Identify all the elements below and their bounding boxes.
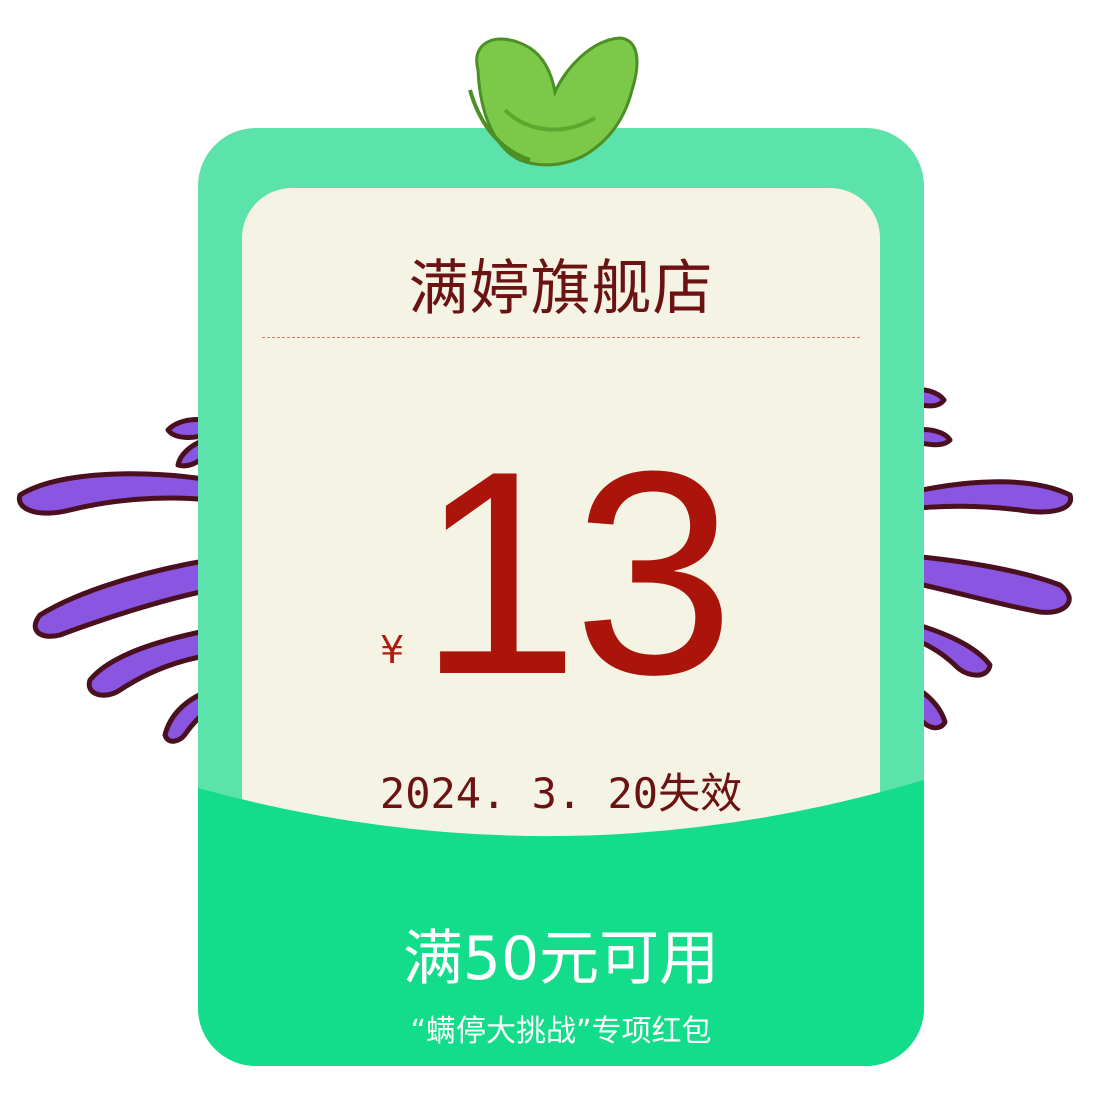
usage-threshold: 满50元可用 (402, 924, 720, 994)
shop-name: 满婷旗舰店 (408, 254, 714, 324)
expiry-date: 2024. 3. 20失效 (379, 769, 743, 818)
coupon-subtitle: “螨停大挑战”专项红包 (410, 1014, 712, 1049)
coupon-card: 满婷旗舰店 ¥ 13 2024. 3. 20失效 满50元可用 “螨停大挑战”专… (198, 128, 924, 1066)
purple-splash-left (16, 417, 213, 744)
dashed-divider (262, 337, 860, 338)
currency-symbol: ¥ (380, 628, 405, 672)
coupon-amount: 13 (418, 411, 735, 735)
purple-splash-right (897, 387, 1074, 731)
